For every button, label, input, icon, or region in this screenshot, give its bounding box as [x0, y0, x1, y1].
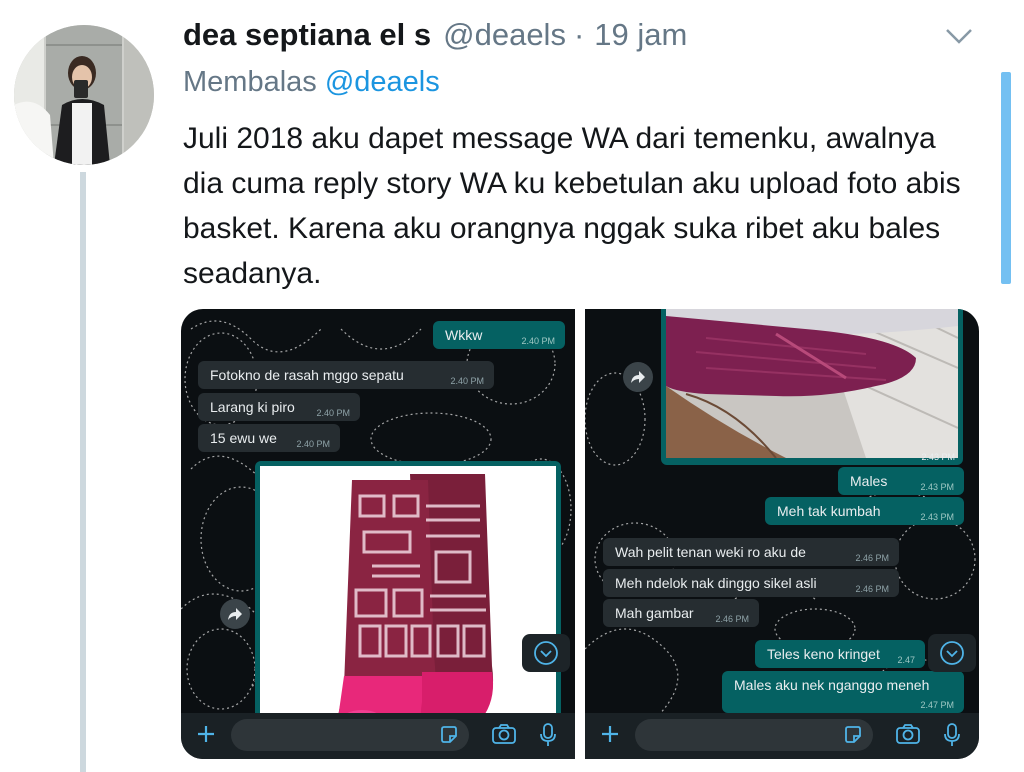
chat-image-message[interactable]: 2.43 PM [661, 309, 963, 465]
tweet-time[interactable]: 19 jam [594, 17, 687, 53]
message-text: Teles keno kringet [767, 646, 880, 662]
message-time: 2.40 PM [450, 376, 484, 386]
chat-message-incoming: Meh ndelok nak dinggo sikel asli 2.46 PM [603, 569, 899, 597]
reply-mention-link[interactable]: @deaels [325, 66, 440, 98]
camera-icon[interactable] [895, 723, 921, 745]
avatar[interactable] [14, 25, 154, 165]
chat-message-outgoing: Males 2.43 PM [838, 467, 964, 495]
chat-message-outgoing: Meh tak kumbah 2.43 PM [765, 497, 964, 525]
message-time: 2.40 PM [296, 439, 330, 449]
message-input[interactable] [231, 719, 469, 751]
message-text: Wkkw [445, 327, 483, 343]
chat-message-incoming: Wah pelit tenan weki ro aku de 2.46 PM [603, 538, 899, 566]
message-text: 15 ewu we [210, 430, 277, 446]
mic-icon[interactable] [539, 723, 557, 747]
scroll-down-icon[interactable] [928, 634, 976, 672]
message-text: Meh tak kumbah [777, 503, 881, 519]
message-text: Males aku nek nganggo meneh [734, 677, 930, 693]
camera-icon[interactable] [491, 723, 517, 745]
message-text: Fotokno de rasah mggo sepatu [210, 367, 404, 383]
message-time: 2.46 PM [855, 553, 889, 563]
message-text: Meh ndelok nak dinggo sikel asli [615, 575, 817, 591]
tweet-header: dea septiana el s @deaels · 19 jam [183, 17, 687, 57]
chat-message-outgoing: Wkkw 2.40 PM [433, 321, 565, 349]
separator-dot: · [573, 17, 585, 52]
forward-icon[interactable] [623, 362, 653, 392]
message-time: 2.47 [897, 655, 915, 665]
message-text: Wah pelit tenan weki ro aku de [615, 544, 806, 560]
chat-message-incoming: Larang ki piro 2.40 PM [198, 393, 360, 421]
display-name[interactable]: dea septiana el s [183, 17, 431, 53]
sticker-icon[interactable] [439, 725, 459, 745]
shoe-photo [666, 309, 958, 458]
plus-icon[interactable] [599, 723, 621, 745]
message-time: 2.40 PM [521, 336, 555, 346]
scroll-down-icon[interactable] [522, 634, 570, 672]
message-input[interactable] [635, 719, 873, 751]
tweet-media-right[interactable]: 2.43 PM Males 2.43 PM Meh tak kumbah 2.4… [585, 309, 979, 759]
chat-message-incoming: Mah gambar 2.46 PM [603, 599, 759, 627]
chat-message-incoming: Fotokno de rasah mggo sepatu 2.40 PM [198, 361, 494, 389]
chat-message-incoming: 15 ewu we 2.40 PM [198, 424, 340, 452]
sticker-icon[interactable] [843, 725, 863, 745]
forward-icon[interactable] [220, 599, 250, 629]
chat-input-bar [585, 713, 979, 759]
message-time: 2.46 PM [855, 584, 889, 594]
chat-input-bar [181, 713, 575, 759]
tweet-text: Juli 2018 aku dapet message WA dari teme… [183, 122, 961, 290]
message-time: 2.40 PM [316, 408, 350, 418]
tweet-media-left[interactable]: Wkkw 2.40 PM Fotokno de rasah mggo sepat… [181, 309, 575, 759]
thread-line [80, 172, 86, 772]
chat-message-outgoing: Teles keno kringet 2.47 [755, 640, 925, 668]
reply-context: Membalas @deaels [183, 66, 440, 99]
avatar-photo [14, 25, 154, 165]
message-time: 2.43 PM [921, 452, 955, 462]
chevron-down-icon[interactable] [944, 26, 974, 46]
chat-message-outgoing: Males aku nek nganggo meneh 2.47 PM [722, 671, 964, 713]
message-text: Mah gambar [615, 605, 694, 621]
user-handle[interactable]: @deaels [443, 17, 566, 53]
message-time: 2.43 PM [920, 482, 954, 492]
reply-prefix: Membalas [183, 66, 317, 98]
message-time: 2.46 PM [715, 614, 749, 624]
message-text: Males [850, 473, 888, 489]
plus-icon[interactable] [195, 723, 217, 745]
message-text: Larang ki piro [210, 399, 295, 415]
mic-icon[interactable] [943, 723, 961, 747]
scrollbar[interactable] [1001, 72, 1011, 284]
message-time: 2.47 PM [920, 700, 954, 710]
message-time: 2.43 PM [920, 512, 954, 522]
